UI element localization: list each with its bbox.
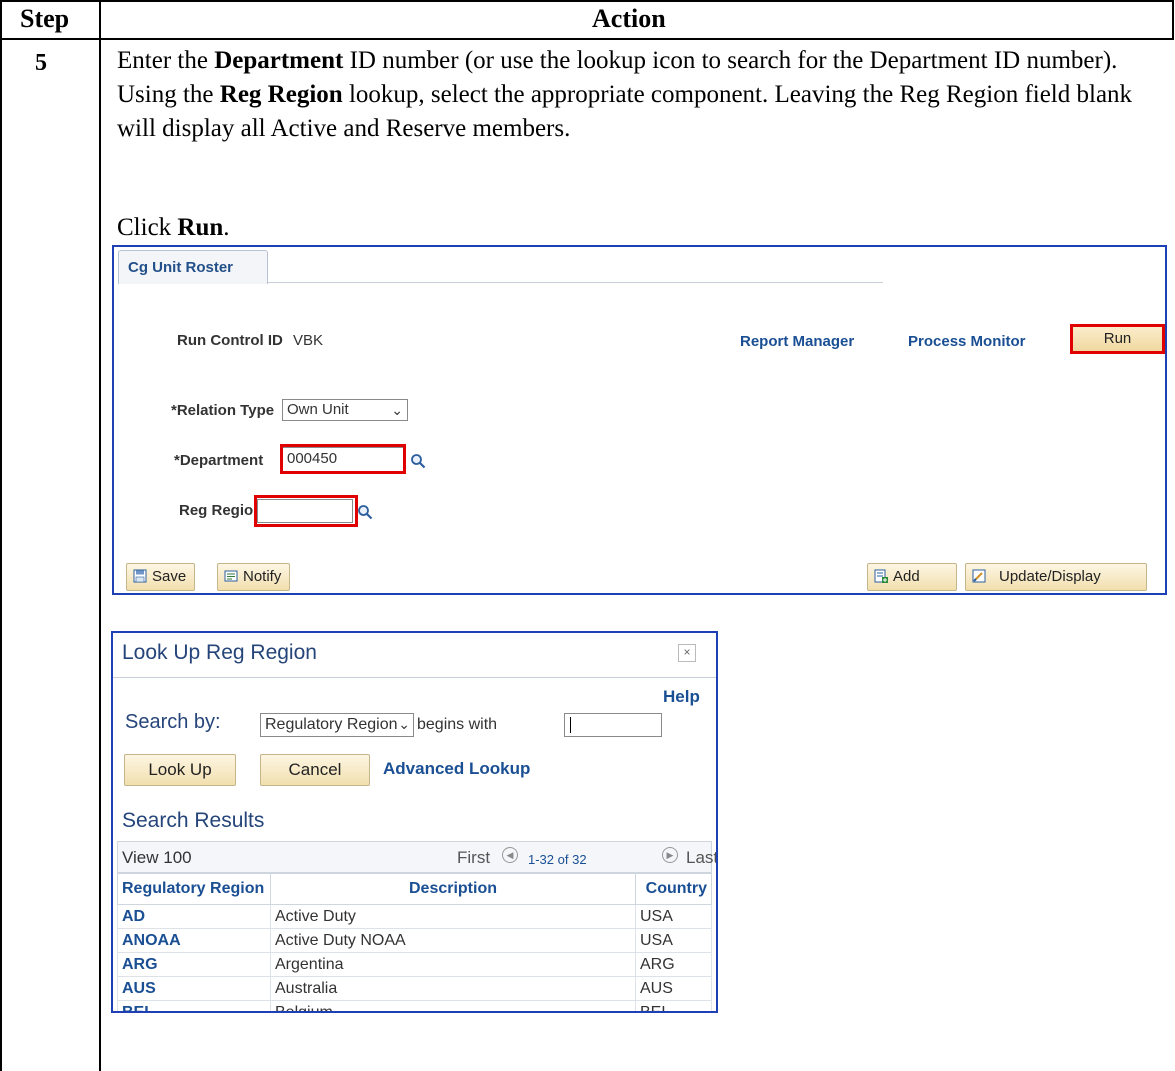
table-border-left — [0, 0, 2, 1071]
region-country[interactable]: ARG — [635, 952, 712, 977]
click-instruction: Click Run. — [117, 214, 230, 241]
search-field-select[interactable]: Regulatory Region ⌄ — [260, 713, 414, 737]
column-header-country[interactable]: Country — [635, 873, 712, 905]
reg-region-highlight — [254, 495, 358, 527]
add-button[interactable]: Add — [867, 563, 957, 591]
search-by-label: Search by: — [125, 711, 221, 733]
first-label: First — [457, 848, 491, 867]
region-description[interactable]: Active Duty — [270, 904, 636, 929]
view-all-link[interactable]: View 100 — [122, 848, 192, 868]
title-divider — [113, 677, 716, 678]
next-arrow-icon[interactable]: ▶ — [662, 847, 678, 863]
header-action: Action — [592, 4, 666, 33]
update-display-button[interactable]: Update/Display — [965, 563, 1147, 591]
region-code-link[interactable]: ANOAA — [117, 928, 271, 953]
magnifier-icon[interactable] — [357, 504, 373, 520]
magnifier-icon[interactable] — [410, 453, 426, 469]
table-row[interactable]: AUS Australia AUS — [117, 976, 712, 1001]
table-header-divider — [0, 38, 1174, 40]
process-monitor-link[interactable]: Process Monitor — [908, 333, 1026, 350]
department-label: *Department — [174, 452, 264, 469]
save-button[interactable]: Save — [126, 563, 196, 591]
table-column-divider — [99, 0, 101, 1071]
region-description[interactable]: Argentina — [270, 952, 636, 977]
table-border-right — [1172, 0, 1174, 40]
region-country[interactable]: BEL — [635, 1000, 712, 1011]
department-highlight — [280, 444, 406, 474]
table-row[interactable]: ANOAA Active Duty NOAA USA — [117, 928, 712, 953]
notify-icon — [224, 570, 238, 582]
run-control-id-label: Run Control ID — [177, 332, 283, 349]
region-description[interactable]: Belgium — [270, 1000, 636, 1011]
operator-label: begins with — [417, 716, 498, 733]
table-row[interactable]: AD Active Duty USA — [117, 904, 712, 929]
region-description[interactable]: Australia — [270, 976, 636, 1001]
add-icon — [874, 569, 888, 583]
chevron-down-icon: ⌄ — [398, 716, 410, 732]
region-code-link[interactable]: ARG — [117, 952, 271, 977]
region-code-link[interactable]: BEL — [117, 1000, 271, 1011]
tab-cg-unit-roster[interactable]: Cg Unit Roster — [118, 250, 268, 284]
region-code-link[interactable]: AUS — [117, 976, 271, 1001]
notify-button[interactable]: Notify — [217, 563, 291, 591]
tab-underline — [268, 282, 883, 283]
column-header-regulatory-region[interactable]: Regulatory Region — [117, 873, 271, 905]
report-manager-link[interactable]: Report Manager — [740, 333, 854, 350]
region-country[interactable]: AUS — [635, 976, 712, 1001]
reg-region-label: Reg Region — [179, 502, 263, 519]
chevron-down-icon: ⌄ — [391, 402, 403, 418]
results-navigation-bar: View 100 First ◀ 1-32 of 32 ▶ Last — [117, 841, 716, 873]
lookup-title: Look Up Reg Region — [122, 641, 317, 664]
region-country[interactable]: USA — [635, 904, 712, 929]
advanced-lookup-link[interactable]: Advanced Lookup — [383, 759, 530, 779]
header-step: Step — [20, 4, 70, 33]
update-icon — [972, 569, 986, 583]
region-description[interactable]: Active Duty NOAA — [270, 928, 636, 953]
look-up-button[interactable]: Look Up — [124, 754, 236, 786]
region-code-link[interactable]: AD — [117, 904, 271, 929]
results-header-row: Regulatory Region Description Country — [117, 873, 712, 905]
lookup-dialog: Look Up Reg Region × Help Search by: Reg… — [111, 631, 718, 1013]
previous-arrow-icon[interactable]: ◀ — [502, 847, 518, 863]
relation-type-label: *Relation Type — [171, 402, 275, 419]
close-icon[interactable]: × — [678, 644, 696, 662]
last-label: Last — [686, 848, 718, 867]
search-value-input[interactable] — [564, 713, 662, 737]
search-results-title: Search Results — [122, 809, 265, 832]
step-number: 5 — [35, 50, 47, 76]
region-country[interactable]: USA — [635, 928, 712, 953]
row-count: 1-32 of 32 — [528, 852, 587, 867]
table-row[interactable]: ARG Argentina ARG — [117, 952, 712, 977]
cancel-button[interactable]: Cancel — [260, 754, 370, 786]
relation-type-select[interactable]: Own Unit ⌄ — [282, 399, 408, 421]
column-header-description[interactable]: Description — [270, 873, 636, 905]
text-caret — [570, 717, 571, 733]
table-row[interactable]: BEL Belgium BEL — [117, 1000, 712, 1011]
instruction-text: Enter the Department ID number (or use t… — [117, 47, 1133, 142]
results-table: Regulatory Region Description Country AD… — [117, 873, 712, 1011]
help-link[interactable]: Help — [663, 687, 700, 707]
run-button[interactable]: Run — [1070, 324, 1165, 354]
run-control-panel: Cg Unit Roster Run Control ID VBK Report… — [112, 245, 1167, 595]
save-icon — [133, 569, 147, 583]
run-control-id-value: VBK — [293, 332, 324, 349]
table-border-top — [0, 0, 1174, 2]
